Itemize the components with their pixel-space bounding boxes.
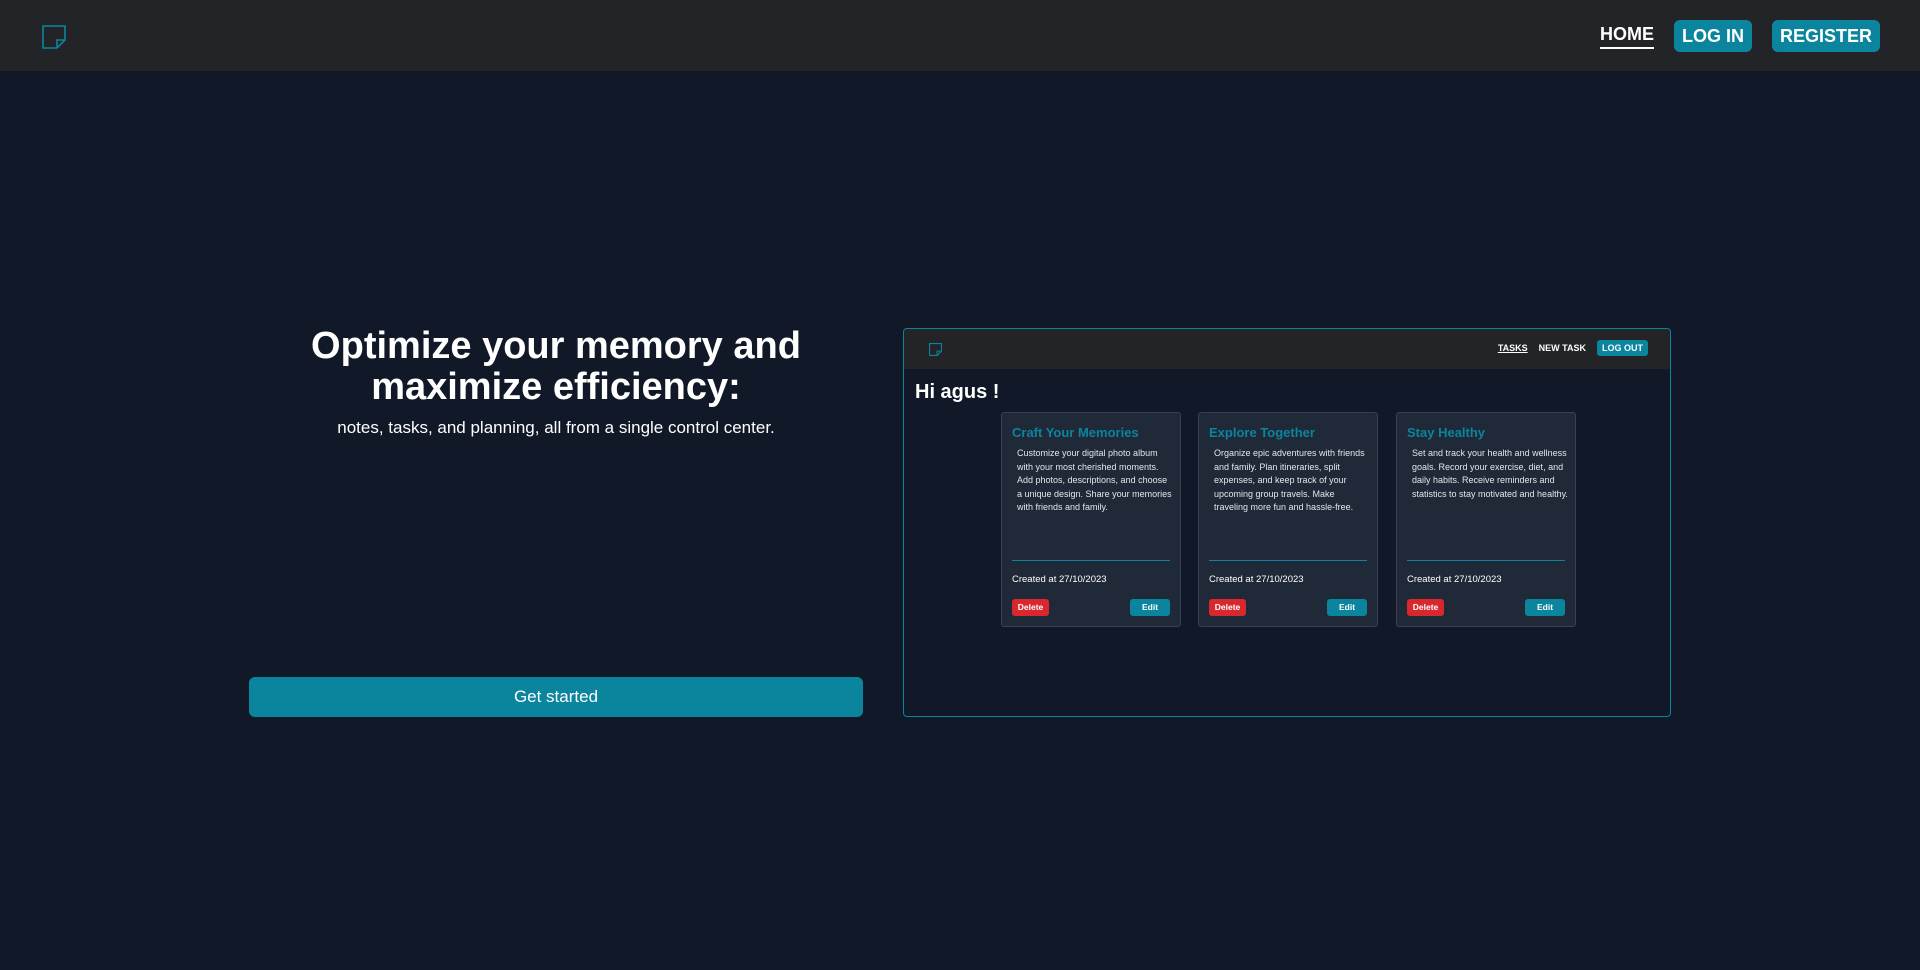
task-card-description: Customize your digital photo album with … [1017,448,1172,512]
task-card-created: Created at 27/10/2023 [1407,574,1502,585]
preview-new-task-link: NEW TASK [1538,343,1586,353]
preview-navbar: TASKS NEW TASK LOG OUT [904,329,1670,369]
task-card-divider [1407,560,1565,561]
delete-button: Delete [1012,599,1049,616]
task-card-divider [1012,560,1170,561]
task-card-title: Stay Healthy [1407,425,1486,440]
edit-button: Edit [1525,599,1565,616]
task-card-created: Created at 27/10/2023 [1209,574,1304,585]
sticky-note-icon[interactable] [42,25,66,49]
login-button[interactable]: LOG IN [1673,20,1752,52]
sticky-note-icon [929,343,942,356]
top-navbar: HOME LOG IN REGISTER [0,0,1920,71]
task-card: Stay Healthy Set and track your health a… [1396,412,1576,627]
app-preview: TASKS NEW TASK LOG OUT Hi agus ! Craft Y… [903,328,1671,717]
task-card: Craft Your Memories Customize your digit… [1001,412,1181,627]
preview-logout-button: LOG OUT [1597,340,1648,356]
task-card-divider [1209,560,1367,561]
delete-button: Delete [1407,599,1444,616]
delete-button: Delete [1209,599,1246,616]
task-card: Explore Together Organize epic adventure… [1198,412,1378,627]
nav-home-link[interactable]: HOME [1599,23,1654,49]
preview-nav-links: TASKS NEW TASK LOG OUT [1498,340,1648,356]
task-card-title: Craft Your Memories [1012,425,1139,440]
task-card-title: Explore Together [1209,425,1315,440]
preview-tasks-link: TASKS [1497,343,1528,353]
edit-button: Edit [1130,599,1170,616]
edit-button: Edit [1327,599,1367,616]
hero-title: Optimize your memory and maximize effici… [311,325,801,408]
task-card-created: Created at 27/10/2023 [1012,574,1107,585]
get-started-button[interactable]: Get started [249,677,863,717]
nav-links: HOME LOG IN REGISTER [1599,20,1880,52]
register-button[interactable]: REGISTER [1771,20,1880,52]
task-card-description: Organize epic adventures with friends an… [1214,448,1365,512]
hero-subtitle: notes, tasks, and planning, all from a s… [337,418,775,437]
task-card-description: Set and track your health and wellness g… [1412,448,1568,499]
preview-greeting: Hi agus ! [915,381,1000,403]
